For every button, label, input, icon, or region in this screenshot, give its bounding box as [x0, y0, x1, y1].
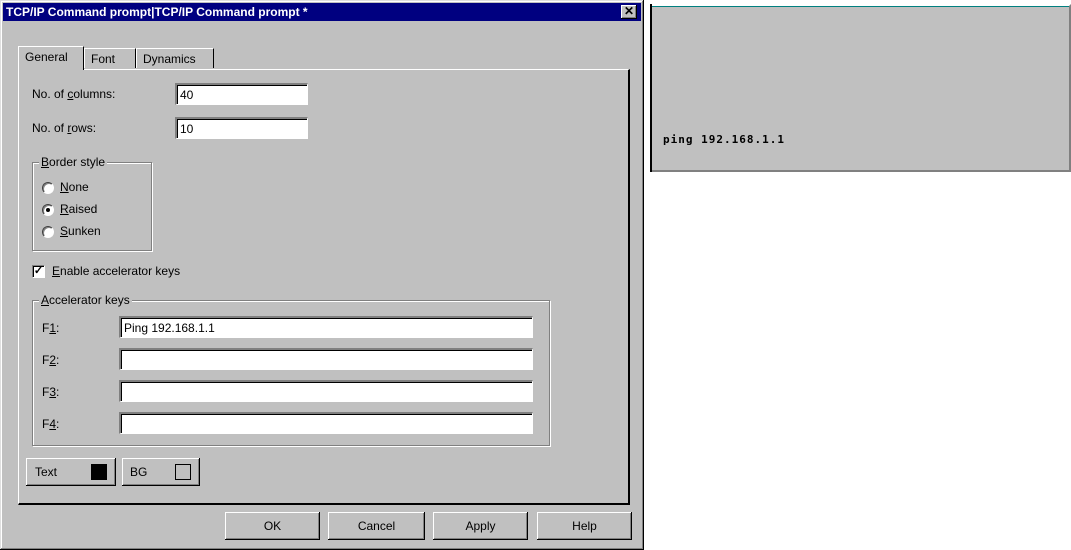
accel-f4-input[interactable] — [119, 412, 533, 434]
enable-accel-label: Enable accelerator keys — [52, 264, 181, 278]
radio-none[interactable] — [42, 182, 54, 194]
accel-f3-label: F3: — [42, 385, 60, 399]
apply-button[interactable]: Apply — [433, 512, 528, 540]
rows-input[interactable]: 10 — [175, 117, 308, 139]
accel-f1-input[interactable]: Ping 192.168.1.1 — [119, 316, 533, 338]
ok-button[interactable]: OK — [225, 512, 320, 540]
tab-dynamics-label: Dynamics — [143, 52, 196, 66]
dialog-title: TCP/IP Command prompt|TCP/IP Command pro… — [3, 3, 641, 21]
border-style-legend: Border style — [39, 155, 108, 169]
rows-label: No. of rows: — [32, 121, 97, 135]
close-button[interactable]: ✕ — [621, 5, 637, 19]
accel-f2-input[interactable] — [119, 348, 533, 370]
close-icon: ✕ — [623, 4, 635, 18]
tab-font[interactable]: Font — [84, 48, 136, 68]
tab-font-label: Font — [91, 52, 116, 66]
accel-keys-group: Accelerator keys F1: Ping 192.168.1.1 F2… — [32, 293, 550, 446]
text-color-label: Text — [35, 465, 58, 479]
accel-f1-label: F1: — [42, 321, 60, 335]
preview-left-edge — [650, 4, 652, 172]
accel-f4-label: F4: — [42, 417, 60, 431]
preview-text: ping 192.168.1.1 — [663, 133, 785, 146]
accel-keys-legend: Accelerator keys — [39, 293, 132, 307]
columns-label: No. of columns: — [32, 87, 116, 101]
text-color-button[interactable]: Text — [26, 458, 116, 486]
text-color-swatch — [91, 464, 107, 480]
accel-f2-label: F2: — [42, 353, 60, 367]
bg-color-label: BG — [130, 465, 148, 479]
radio-raised-label: Raised — [60, 202, 98, 216]
tab-general-label: General — [25, 50, 68, 64]
radio-sunken-label: Sunken — [60, 224, 101, 238]
properties-dialog: TCP/IP Command prompt|TCP/IP Command pro… — [0, 0, 644, 550]
accel-f3-input[interactable] — [119, 380, 533, 402]
radio-sunken[interactable] — [42, 226, 54, 238]
border-style-group: Border style None Raised Sunken — [32, 155, 152, 251]
command-prompt-preview[interactable]: ping 192.168.1.1 — [650, 4, 1071, 172]
radio-raised[interactable] — [42, 204, 54, 216]
tab-general[interactable]: General — [18, 46, 84, 70]
enable-accel-checkbox[interactable]: ✓ — [32, 265, 45, 278]
help-button[interactable]: Help — [537, 512, 632, 540]
bg-color-swatch — [175, 464, 191, 480]
general-tab-panel: No. of columns: 40 No. of rows: 10 Borde… — [18, 69, 630, 505]
cancel-button[interactable]: Cancel — [328, 512, 425, 540]
radio-selected-dot — [46, 208, 50, 212]
columns-input[interactable]: 40 — [175, 83, 308, 105]
tab-dynamics[interactable]: Dynamics — [136, 48, 214, 68]
radio-none-label: None — [60, 180, 89, 194]
bg-color-button[interactable]: BG — [122, 458, 200, 486]
check-icon: ✓ — [33, 265, 44, 277]
preview-top-border — [652, 6, 1069, 7]
